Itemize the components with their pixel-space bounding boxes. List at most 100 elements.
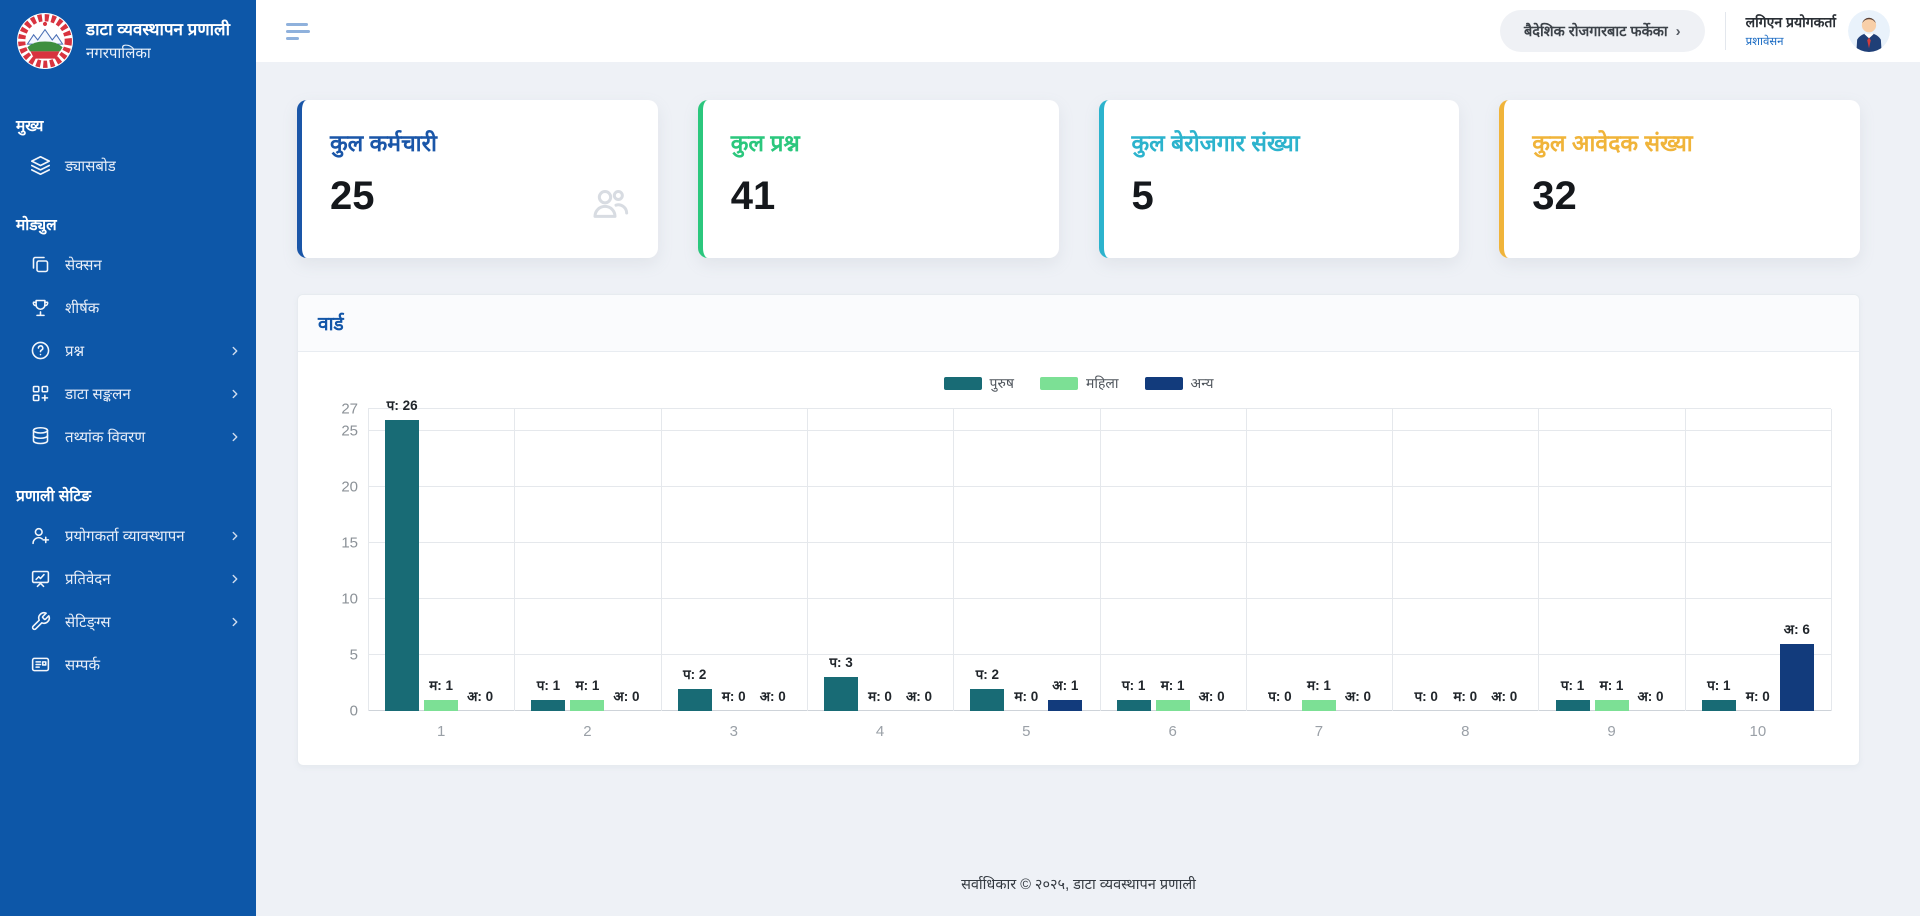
bar-महिला[interactable] <box>570 700 604 711</box>
bar-पुरुष[interactable] <box>824 677 858 711</box>
chart-plot: 272520151050प: 26म: 1अ: 01प: 1म: 1अ: 02प… <box>368 409 1831 711</box>
bar-महिला[interactable] <box>1595 700 1629 711</box>
bar-data-label: म: 1 <box>1307 676 1331 694</box>
chart-plot-wrap: 272520151050प: 26म: 1अ: 01प: 1म: 1अ: 02प… <box>368 409 1831 751</box>
bar-slot: प: 3 <box>824 409 858 711</box>
sidebar-item-label: डाटा सङ्कलन <box>65 384 131 404</box>
municipality-logo <box>16 12 74 70</box>
y-axis-tick: 25 <box>320 423 358 440</box>
ward-chart-card: वार्ड पुरुषमहिलाअन्य 272520151050प: 26म:… <box>297 294 1860 766</box>
bar-slot: अ: 0 <box>463 409 497 711</box>
bar-पुरुष[interactable] <box>1702 700 1736 711</box>
returned-foreign-employment-label: बैदेशिक रोजगारबाट फर्केका <box>1524 21 1668 41</box>
bar-data-label: म: 0 <box>722 687 746 705</box>
user-role-link[interactable]: प्रशावेसन <box>1746 34 1784 49</box>
stat-card-questions: कुल प्रश्न 41 <box>698 100 1059 258</box>
x-axis-label: 4 <box>807 723 953 740</box>
bar-group-ward-5: प: 2म: 0अ: 15 <box>953 409 1099 711</box>
sidebar-item-label: प्रयोगकर्ता व्यावस्थापन <box>65 526 185 546</box>
bar-slot: प: 26 <box>385 409 419 711</box>
stat-card-title: कुल कर्मचारी <box>330 126 630 158</box>
user-plus-icon <box>30 525 51 546</box>
sidebar-item-data-collection[interactable]: डाटा सङ्कलन <box>0 372 256 415</box>
bar-group-ward-8: प: 0म: 0अ: 08 <box>1392 409 1538 711</box>
bar-slot: प: 1 <box>1556 409 1590 711</box>
bar-group-ward-1: प: 26म: 1अ: 01 <box>368 409 514 711</box>
bar-slot: अ: 0 <box>1634 409 1668 711</box>
sidebar-item-reports[interactable]: प्रतिवेदन <box>0 557 256 600</box>
bar-पुरुष[interactable] <box>1556 700 1590 711</box>
bar-पुरुष[interactable] <box>1117 700 1151 711</box>
bar-महिला[interactable] <box>1156 700 1190 711</box>
bar-पुरुष[interactable] <box>678 689 712 711</box>
user-name: लगिएन प्रयोगकर्ता <box>1746 13 1836 32</box>
bar-slot: प: 1 <box>1117 409 1151 711</box>
app-subtitle: नगरपालिका <box>86 43 230 63</box>
bar-slot: म: 1 <box>570 409 604 711</box>
sidebar-item-sections[interactable]: सेक्सन <box>0 243 256 286</box>
sidebar-item-settings[interactable]: सेटिङ्ग्स <box>0 600 256 643</box>
bar-पुरुष[interactable] <box>531 700 565 711</box>
sidebar-item-label: सेटिङ्ग्स <box>65 612 111 632</box>
legend-label: पुरुष <box>990 374 1014 393</box>
nav-section-main: मुख्य <box>0 114 256 136</box>
x-axis-label: 1 <box>368 723 514 740</box>
legend-item[interactable]: अन्य <box>1145 374 1214 393</box>
bar-पुरुष[interactable] <box>385 420 419 711</box>
content: कुल कर्मचारी 25 कुल प्रश्न 41 कुल बेरोजग… <box>256 62 1920 916</box>
legend-item[interactable]: महिला <box>1040 374 1119 393</box>
bar-महिला[interactable] <box>424 700 458 711</box>
topbar: बैदेशिक रोजगारबाट फर्केका › लगिएन प्रयोग… <box>256 0 1920 62</box>
bar-data-label: म: 0 <box>1746 687 1770 705</box>
bar-slot: म: 0 <box>863 409 897 711</box>
bar-अन्य[interactable] <box>1780 644 1814 711</box>
logo-row: डाटा व्यवस्थापन प्रणाली नगरपालिका <box>0 0 256 80</box>
chevron-right-icon <box>228 344 242 358</box>
stat-card-employees: कुल कर्मचारी 25 <box>297 100 658 258</box>
bar-data-label: प: 2 <box>976 665 999 683</box>
stat-card-value: 5 <box>1132 174 1432 219</box>
bar-slot: प: 2 <box>970 409 1004 711</box>
y-axis-tick: 15 <box>320 535 358 552</box>
avatar[interactable] <box>1848 10 1890 52</box>
sidebar-item-title[interactable]: शीर्षक <box>0 286 256 329</box>
sidebar-item-label: शीर्षक <box>65 298 99 318</box>
bar-data-label: म: 1 <box>1161 676 1185 694</box>
sidebar-item-user-management[interactable]: प्रयोगकर्ता व्यावस्थापन <box>0 514 256 557</box>
user-menu[interactable]: लगिएन प्रयोगकर्ता प्रशावेसन <box>1746 10 1890 52</box>
bar-group-ward-4: प: 3म: 0अ: 04 <box>807 409 953 711</box>
bar-data-label: प: 0 <box>1268 687 1291 705</box>
bar-data-label: अ: 0 <box>613 687 639 705</box>
bar-अन्य[interactable] <box>1048 700 1082 711</box>
legend-item[interactable]: पुरुष <box>944 374 1014 393</box>
sidebar-item-label: तथ्यांक विवरण <box>65 427 145 447</box>
data-collection-icon <box>30 383 51 404</box>
bar-data-label: अ: 1 <box>1052 676 1078 694</box>
bar-महिला[interactable] <box>1302 700 1336 711</box>
bar-group-ward-2: प: 1म: 1अ: 02 <box>514 409 660 711</box>
y-axis-tick: 10 <box>320 591 358 608</box>
y-axis-tick: 20 <box>320 479 358 496</box>
bar-slot: म: 0 <box>1009 409 1043 711</box>
bar-slot: म: 1 <box>424 409 458 711</box>
contact-icon <box>30 654 51 675</box>
returned-foreign-employment-button[interactable]: बैदेशिक रोजगारबाट फर्केका › <box>1500 10 1705 52</box>
bar-slot: अ: 0 <box>1341 409 1375 711</box>
legend-label: महिला <box>1086 374 1119 393</box>
bar-slot: अ: 0 <box>756 409 790 711</box>
x-axis-label: 3 <box>661 723 807 740</box>
divider <box>1725 12 1726 50</box>
sidebar-item-contact[interactable]: सम्पर्क <box>0 643 256 686</box>
bar-data-label: प: 1 <box>1561 676 1584 694</box>
bar-slot: म: 0 <box>1741 409 1775 711</box>
bar-data-label: म: 1 <box>576 676 600 694</box>
sidebar-item-dashboard[interactable]: ड्यासबोड <box>0 144 256 187</box>
sidebar-toggle-icon[interactable] <box>282 19 314 44</box>
bar-पुरुष[interactable] <box>970 689 1004 711</box>
sidebar-item-questions[interactable]: प्रश्न <box>0 329 256 372</box>
footer-copyright: सर्वाधिकार © २०२५, डाटा व्यवस्थापन प्रणा… <box>297 856 1860 916</box>
users-icon <box>590 183 630 228</box>
bar-data-label: प: 0 <box>1415 687 1438 705</box>
sidebar-item-label: सेक्सन <box>65 255 102 275</box>
sidebar-item-statistics[interactable]: तथ्यांक विवरण <box>0 415 256 458</box>
